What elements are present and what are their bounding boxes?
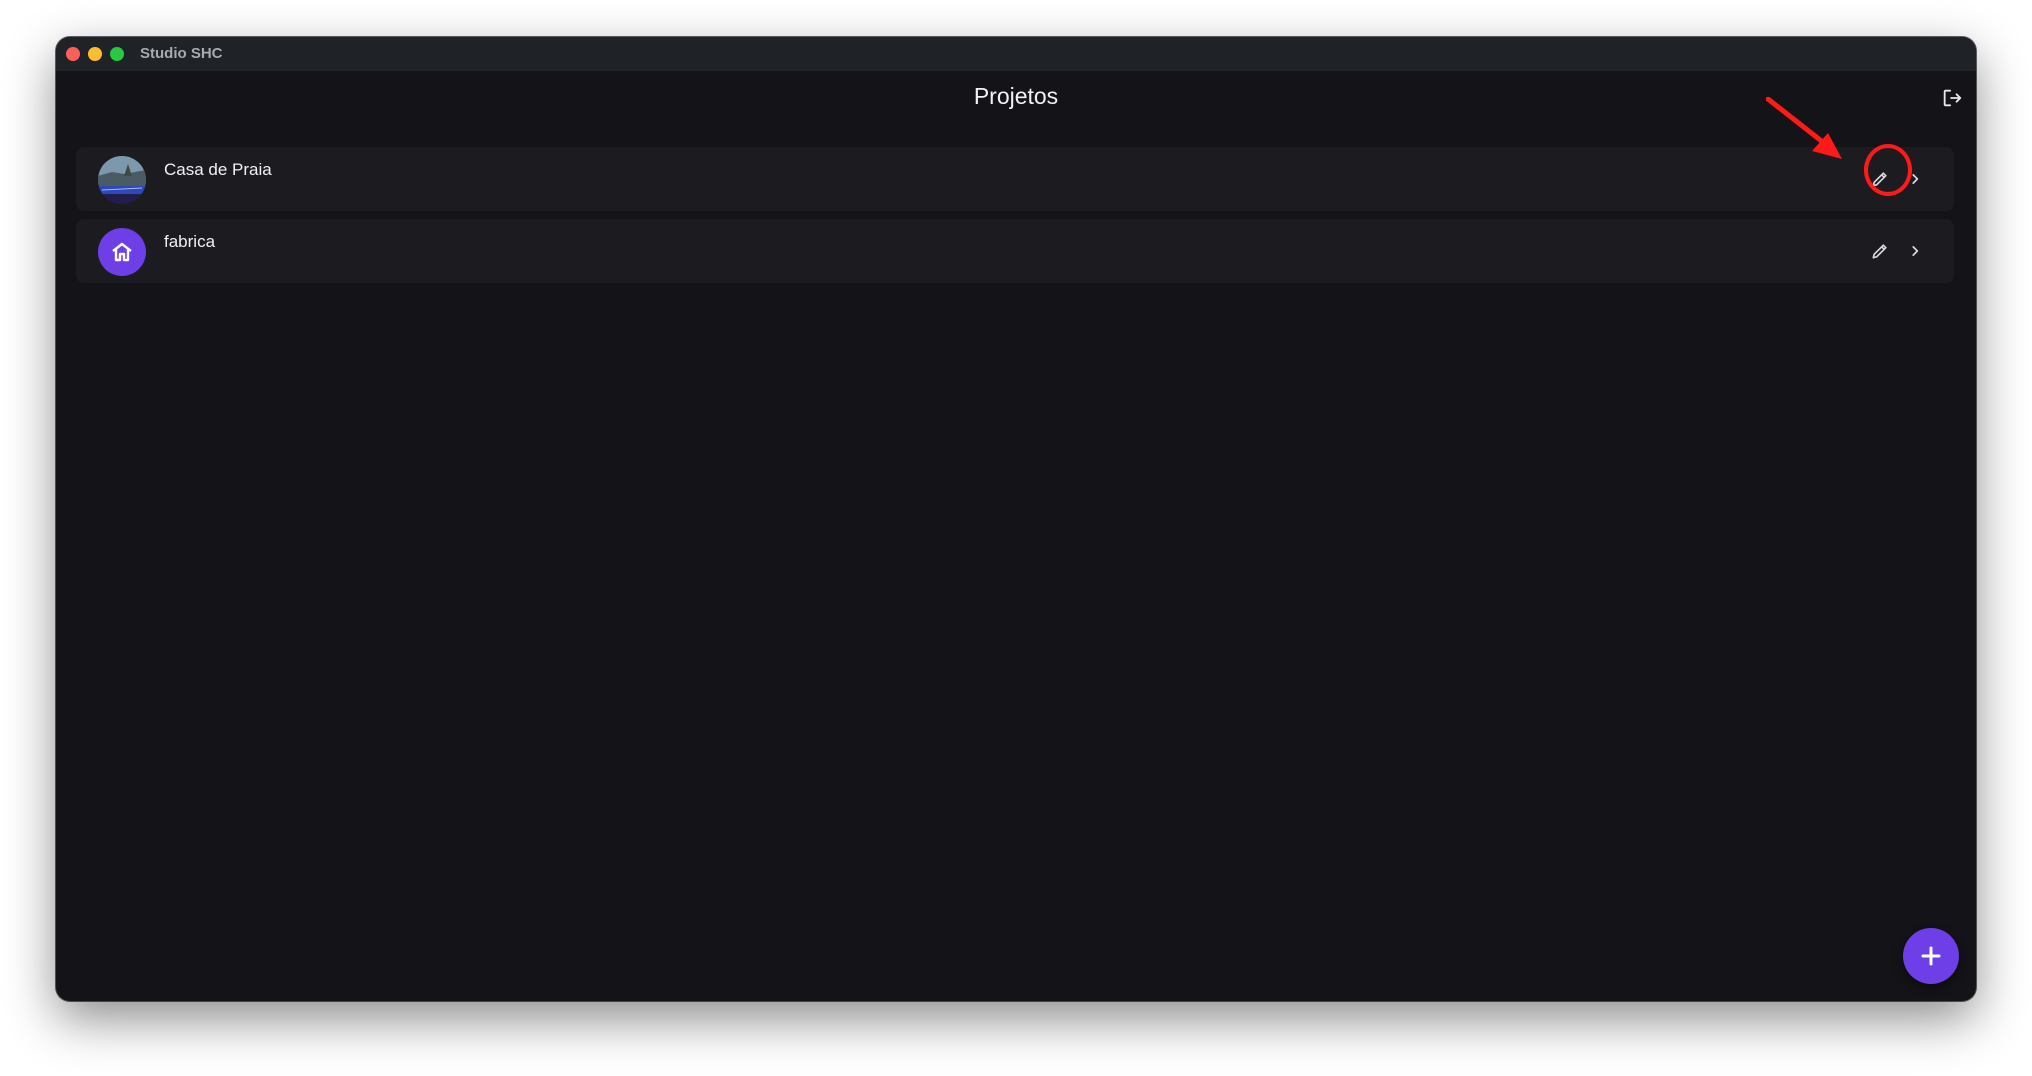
project-row-casa-de-praia[interactable]: Casa de Praia bbox=[76, 144, 1954, 211]
open-project-button[interactable] bbox=[1902, 238, 1928, 264]
edit-project-button[interactable] bbox=[1866, 237, 1894, 265]
open-project-button[interactable] bbox=[1902, 166, 1928, 192]
close-window-button[interactable] bbox=[66, 47, 80, 61]
project-avatar bbox=[98, 228, 146, 276]
project-list: Casa de Praia fabrica bbox=[76, 144, 1954, 291]
project-name: fabrica bbox=[164, 232, 216, 251]
pencil-icon bbox=[1872, 244, 1887, 259]
home-icon bbox=[112, 242, 132, 262]
project-name: Casa de Praia bbox=[164, 160, 272, 179]
zoom-window-button[interactable] bbox=[110, 47, 124, 61]
pencil-icon bbox=[1872, 172, 1887, 187]
edit-project-button[interactable] bbox=[1866, 165, 1894, 193]
window-title: Studio SHC bbox=[140, 45, 223, 62]
logout-button[interactable] bbox=[1938, 84, 1966, 112]
project-row-fabrica[interactable]: fabrica bbox=[76, 219, 1954, 283]
chevron-right-icon bbox=[1912, 174, 1919, 184]
plus-icon bbox=[1921, 946, 1941, 966]
app-window: Studio SHC Projetos Casa de Praia fabric… bbox=[56, 37, 1976, 1001]
add-project-button[interactable] bbox=[1903, 928, 1959, 984]
project-avatar bbox=[98, 156, 146, 204]
chevron-right-icon bbox=[1912, 246, 1919, 256]
title-bar: Studio SHC bbox=[56, 37, 1976, 71]
beach-photo-thumbnail bbox=[98, 156, 146, 204]
minimize-window-button[interactable] bbox=[88, 47, 102, 61]
logout-icon bbox=[1943, 89, 1962, 107]
page-title: Projetos bbox=[973, 83, 1059, 109]
